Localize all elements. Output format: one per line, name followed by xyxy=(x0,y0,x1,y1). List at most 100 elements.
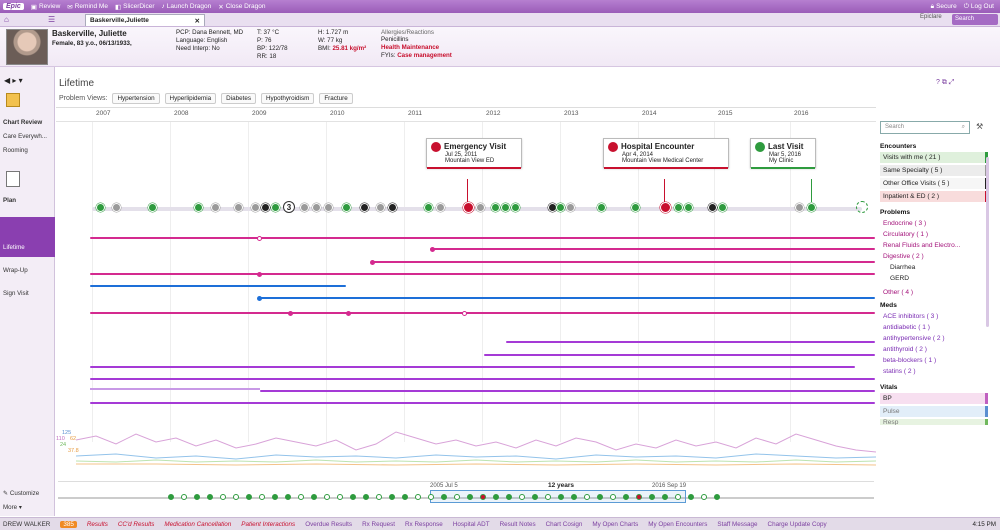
filter-antithyroid[interactable]: antithyroid ( 2 ) xyxy=(880,344,988,355)
filter-gerd[interactable]: GERD xyxy=(880,273,988,284)
filter-inpatient-ed[interactable]: Inpatient & ED ( 2 ) xyxy=(880,191,988,202)
emergency-visit-card[interactable]: Emergency Visit Jul 25, 2011 Mountain Vi… xyxy=(426,138,522,169)
status-link-rx-request[interactable]: Rx Request xyxy=(362,521,395,528)
logout-button[interactable]: ⏻ Log Out xyxy=(964,3,994,11)
timeline-scrubber[interactable]: 2005 Jul 5 12 years 2016 Sep 19 xyxy=(58,481,874,503)
filter-other[interactable]: Other ( 4 ) xyxy=(880,287,988,298)
allergies-value[interactable]: Penicillins xyxy=(381,36,409,43)
global-search-input[interactable]: Search xyxy=(952,14,998,25)
more-button[interactable]: More ▾ xyxy=(0,502,55,513)
back-forward-nav[interactable]: ◀ ▸ ▾ xyxy=(4,76,23,85)
problem-bar-renal[interactable] xyxy=(372,261,875,263)
encounter-dot[interactable] xyxy=(271,203,280,212)
filter-other-office-visits[interactable]: Other Office Visits ( 5 ) xyxy=(880,178,988,189)
view-tab-hypertension[interactable]: Hypertension xyxy=(112,93,160,104)
filter-visits-with-me[interactable]: Visits with me ( 21 ) xyxy=(880,152,988,163)
epic-menu-button[interactable]: Epic xyxy=(3,3,24,10)
status-link-hospital-adt[interactable]: Hospital ADT xyxy=(453,521,490,528)
close-dragon-button[interactable]: ✕ Close Dragon xyxy=(218,3,265,11)
encounter-dot[interactable] xyxy=(360,203,369,212)
patient-photo[interactable] xyxy=(6,29,48,65)
emergency-visit-dot[interactable] xyxy=(463,202,474,213)
status-link-results[interactable]: Results xyxy=(87,521,108,528)
status-link-staff-message[interactable]: Staff Message xyxy=(717,521,757,528)
encounter-dot[interactable] xyxy=(511,203,520,212)
filter-panel-scrollbar[interactable] xyxy=(986,157,989,327)
encounter-dot[interactable] xyxy=(251,203,260,212)
problem-marker[interactable] xyxy=(288,310,293,316)
last-visit-card[interactable]: Last Visit Mar 5, 2016 My Clinic xyxy=(750,138,816,169)
status-link-ccd-results[interactable]: CC'd Results xyxy=(118,521,155,528)
secure-button[interactable]: 🔒︎ Secure xyxy=(931,3,957,11)
problem-marker[interactable] xyxy=(257,295,262,301)
review-button[interactable]: ▣ Review xyxy=(31,3,60,11)
encounter-dot[interactable] xyxy=(148,203,157,212)
problem-bar-diarrhea[interactable] xyxy=(90,285,346,287)
timeline-search-input[interactable]: Search ⌕ xyxy=(880,121,970,134)
filter-beta-blockers[interactable]: beta-blockers ( 1 ) xyxy=(880,355,988,366)
encounter-dot[interactable] xyxy=(312,203,321,212)
encounter-dot[interactable] xyxy=(718,203,727,212)
patient-name[interactable]: Baskerville, Juliette xyxy=(52,29,127,38)
hospital-encounter-dot[interactable] xyxy=(660,202,671,213)
filter-digestive[interactable]: Digestive ( 2 ) xyxy=(880,251,988,262)
fyi[interactable]: FYIs: Case management xyxy=(381,52,452,59)
timeline-canvas[interactable]: 2007 2008 2009 2010 2011 2012 2013 2014 … xyxy=(56,107,876,507)
sidebar-item-plan[interactable]: Plan xyxy=(0,195,55,206)
status-link-overdue-results[interactable]: Overdue Results xyxy=(305,521,352,528)
tab-patient[interactable]: Baskerville,Juliette ✕ xyxy=(85,14,205,26)
problem-bar-gerd[interactable] xyxy=(259,297,875,299)
problem-bar-other[interactable] xyxy=(90,312,875,314)
encounter-count-badge[interactable]: 3 xyxy=(283,201,295,213)
sidebar-item-wrap-up[interactable]: Wrap-Up xyxy=(0,265,55,276)
encounter-dot[interactable] xyxy=(234,203,243,212)
view-tab-diabetes[interactable]: Diabetes xyxy=(221,93,256,104)
encounter-dot[interactable] xyxy=(261,203,270,212)
encounter-dot[interactable] xyxy=(324,203,333,212)
wrench-icon[interactable]: ⚒ xyxy=(976,122,983,131)
sidebar-item-lifetime[interactable]: Lifetime xyxy=(0,217,55,257)
med-bar-beta-blockers[interactable] xyxy=(260,390,875,392)
encounter-dot[interactable] xyxy=(556,203,565,212)
window-controls[interactable]: ? ⧉ ⤢ xyxy=(936,79,954,87)
encounter-dot[interactable] xyxy=(476,203,485,212)
encounter-dot[interactable] xyxy=(388,203,397,212)
sidebar-item-rooming[interactable]: Rooming xyxy=(0,145,55,156)
problem-bar-circulatory[interactable] xyxy=(430,248,875,250)
slicerdicer-button[interactable]: ◧ SlicerDicer xyxy=(115,3,155,11)
filter-antidiabetic[interactable]: antidiabetic ( 1 ) xyxy=(880,322,988,333)
encounter-dot[interactable] xyxy=(491,203,500,212)
encounter-dot[interactable] xyxy=(807,203,816,212)
med-bar-antihypertensive[interactable] xyxy=(90,366,855,368)
view-tab-hyperlipidemia[interactable]: Hyperlipidemia xyxy=(164,93,217,104)
problem-marker[interactable] xyxy=(462,310,467,316)
hospital-encounter-card[interactable]: Hospital Encounter Apr 4, 2014 Mountain … xyxy=(603,138,729,169)
view-tab-fracture[interactable]: Fracture xyxy=(319,93,353,104)
encounter-dot[interactable] xyxy=(436,203,445,212)
status-link-rx-response[interactable]: Rx Response xyxy=(405,521,443,528)
filter-statins[interactable]: statins ( 2 ) xyxy=(880,366,988,377)
filter-vital-pulse[interactable]: Pulse xyxy=(880,406,988,417)
view-tab-hypothyroidism[interactable]: Hypothyroidism xyxy=(260,93,315,104)
med-bar-antidiabetic[interactable] xyxy=(484,354,875,356)
encounter-dot[interactable] xyxy=(501,203,510,212)
problem-marker[interactable] xyxy=(430,246,435,252)
encounter-dot[interactable] xyxy=(112,203,121,212)
encounter-dot[interactable] xyxy=(376,203,385,212)
pcp[interactable]: PCP: Dana Bennett, MD xyxy=(176,29,243,36)
vitals-sparkline[interactable] xyxy=(56,426,876,471)
problem-marker[interactable] xyxy=(370,259,375,265)
med-bar-antithyroid[interactable] xyxy=(90,378,875,380)
encounter-dot[interactable] xyxy=(424,203,433,212)
launch-dragon-button[interactable]: ♪ Launch Dragon xyxy=(162,3,212,10)
health-maintenance-link[interactable]: Health Maintenance xyxy=(381,44,439,51)
encounter-dot[interactable] xyxy=(566,203,575,212)
problem-marker[interactable] xyxy=(257,271,262,277)
sidebar-item-care-everywhere[interactable]: Care Everywh... xyxy=(0,131,55,142)
status-link-result-notes[interactable]: Result Notes xyxy=(500,521,536,528)
filter-circulatory[interactable]: Circulatory ( 1 ) xyxy=(880,229,988,240)
encounter-dot[interactable] xyxy=(674,203,683,212)
filter-antihypertensive[interactable]: antihypertensive ( 2 ) xyxy=(880,333,988,344)
encounter-dot[interactable] xyxy=(211,203,220,212)
encounter-dot[interactable] xyxy=(96,203,105,212)
